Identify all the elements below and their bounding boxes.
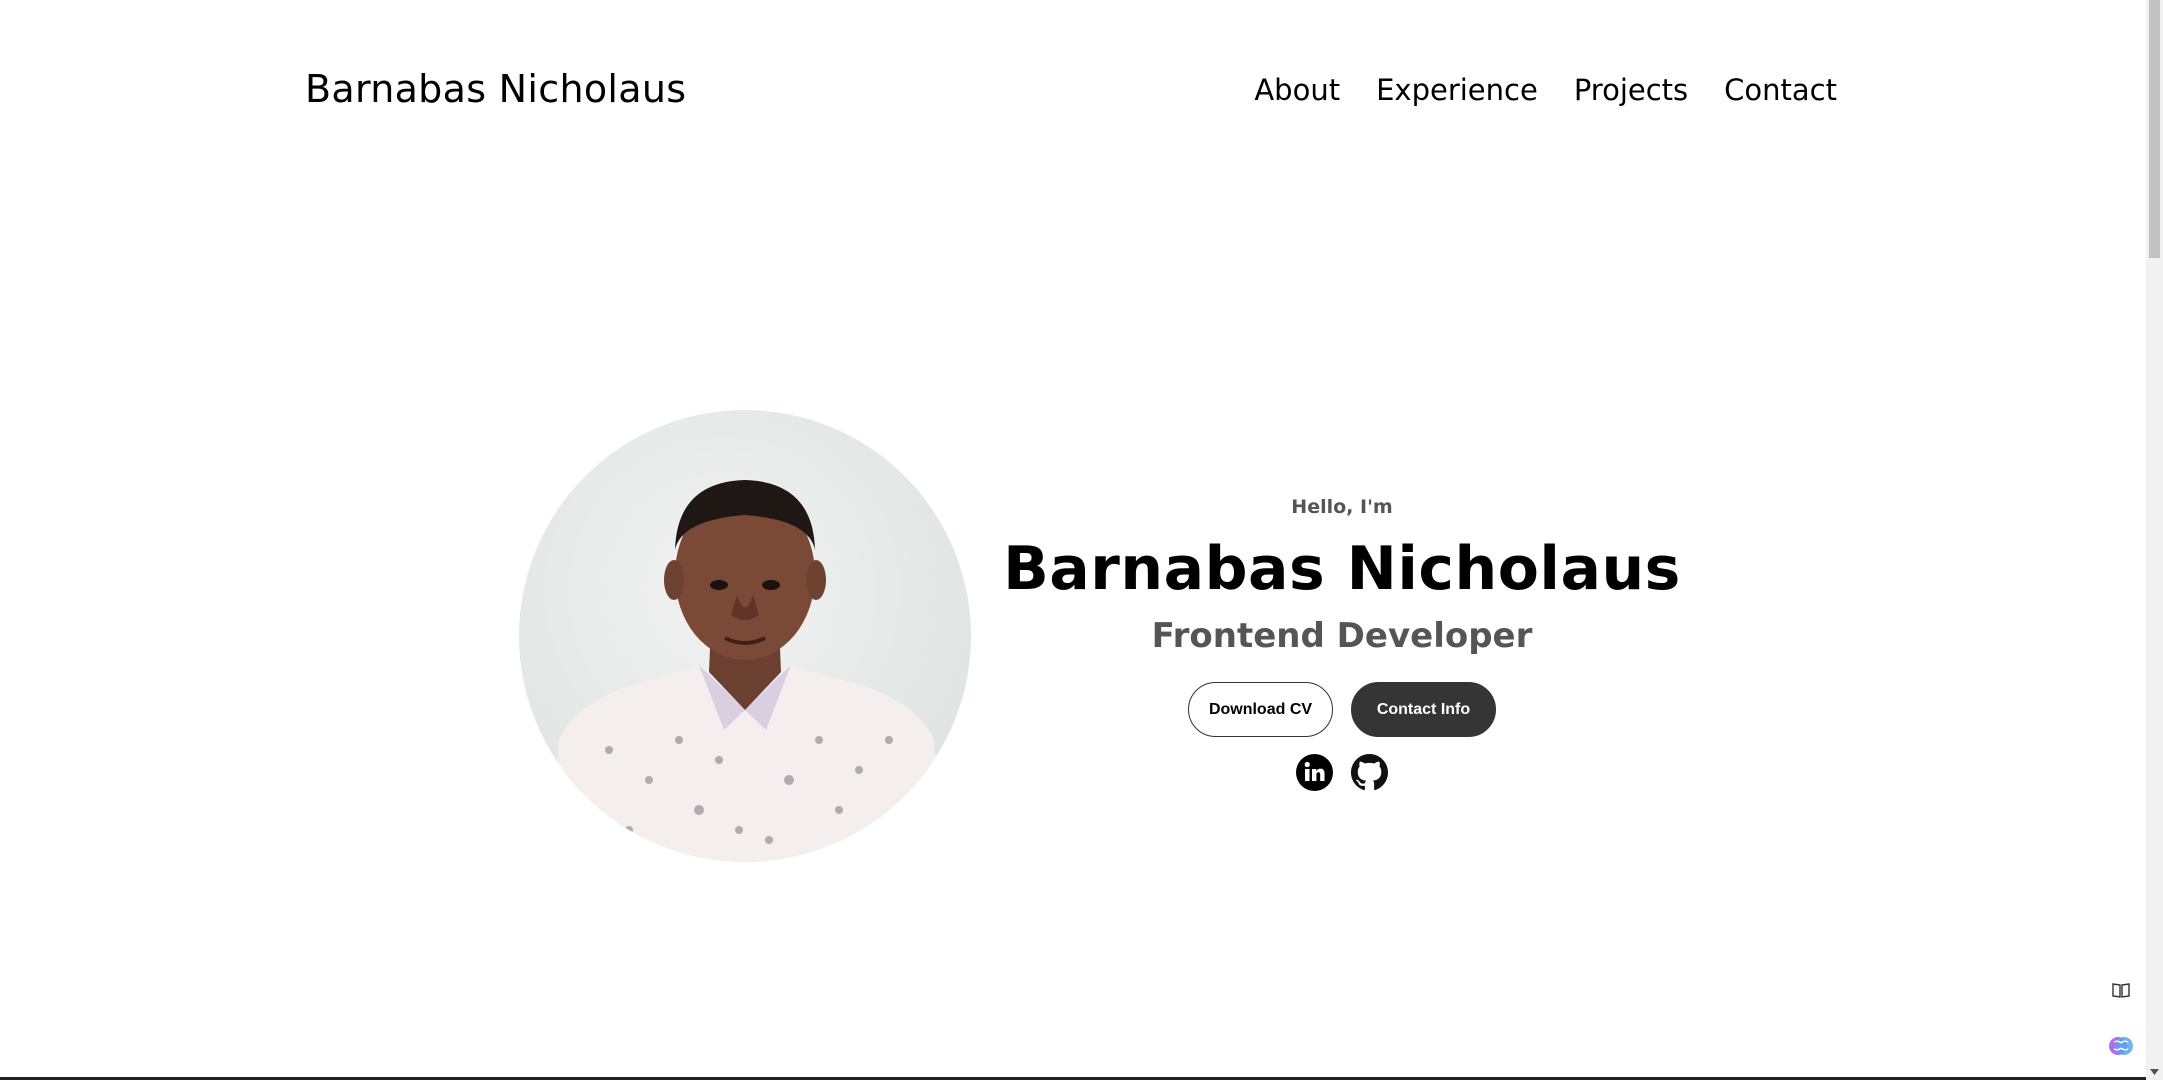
hero-buttons: Download CV Contact Info	[1000, 682, 1684, 737]
reading-mode-icon[interactable]	[2101, 970, 2141, 1010]
hero-section: Hello, I'm Barnabas Nicholaus Frontend D…	[1000, 490, 1684, 791]
book-icon	[2112, 983, 2130, 998]
linkedin-icon-glyph	[1304, 761, 1325, 781]
scroll-down-arrow-icon[interactable]	[2146, 1063, 2163, 1080]
github-icon-glyph	[1351, 754, 1388, 791]
nav-item-contact: Contact	[1724, 70, 1837, 110]
scrollbar-thumb[interactable]	[2149, 0, 2160, 258]
nav-link-projects[interactable]: Projects	[1574, 73, 1688, 107]
portfolio-page: Barnabas Nicholaus About Experience Proj…	[0, 0, 2163, 1080]
profile-photo	[519, 410, 971, 862]
nav-item-projects: Projects	[1574, 70, 1688, 110]
nav-link-contact[interactable]: Contact	[1724, 73, 1837, 107]
hero-name: Barnabas Nicholaus	[1003, 534, 1681, 604]
hero-role: Frontend Developer	[1151, 616, 1533, 656]
nav-item-experience: Experience	[1376, 70, 1538, 110]
profile-photo-illustration	[549, 480, 944, 862]
github-icon[interactable]	[1351, 754, 1388, 791]
main-nav: About Experience Projects Contact	[1254, 70, 1837, 110]
social-links	[1000, 754, 1684, 791]
site-logo[interactable]: Barnabas Nicholaus	[305, 64, 686, 114]
extension-brain-icon[interactable]	[2101, 1026, 2141, 1066]
download-cv-button[interactable]: Download CV	[1188, 682, 1333, 737]
nav-item-about: About	[1254, 70, 1340, 110]
contact-info-button[interactable]: Contact Info	[1351, 682, 1496, 737]
page-scrollbar[interactable]	[2146, 0, 2163, 1080]
linkedin-icon[interactable]	[1296, 754, 1333, 791]
nav-link-experience[interactable]: Experience	[1376, 73, 1538, 107]
hero-greeting: Hello, I'm	[1291, 496, 1393, 518]
nav-link-about[interactable]: About	[1254, 73, 1340, 107]
chevron-down-icon	[2150, 1068, 2159, 1075]
brain-icon	[2109, 1037, 2133, 1055]
